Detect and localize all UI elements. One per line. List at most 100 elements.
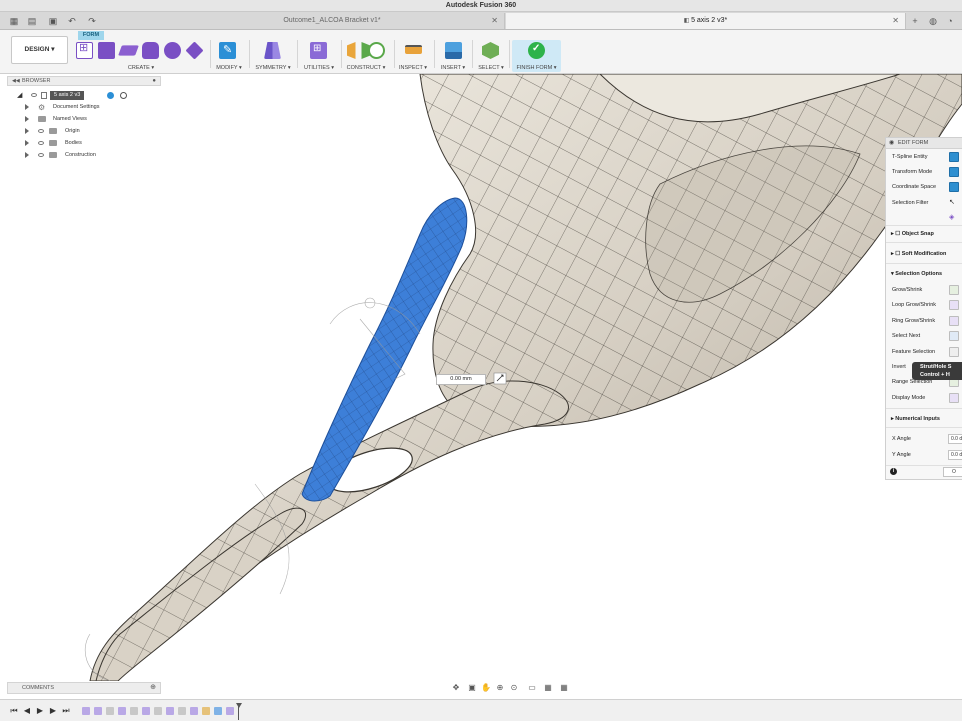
eye-icon[interactable] [38, 141, 44, 145]
timeline-feature[interactable] [142, 707, 150, 715]
collapse-icon[interactable]: ◀◀ [12, 77, 20, 86]
step-back-icon[interactable]: ◀ [22, 706, 32, 716]
symmetry-group[interactable]: SYMMETRY ▾ [252, 40, 294, 72]
browser-header[interactable]: BROWSER ● ◀◀ [7, 76, 161, 86]
look-at-icon[interactable]: ▣ [467, 683, 477, 693]
dimension-input[interactable]: 0.00 mm [436, 374, 486, 385]
radio-icon[interactable] [107, 92, 114, 99]
axis-icon[interactable] [368, 42, 385, 59]
expand-icon[interactable] [25, 128, 29, 134]
tab-5-axis[interactable]: ◧ 5 axis 2 v3* ✕ [506, 13, 906, 29]
close-icon[interactable]: ✕ [491, 13, 498, 29]
expand-icon[interactable] [25, 104, 29, 110]
save-icon[interactable]: ▣ [47, 15, 59, 27]
finish-form-button[interactable]: ✓ FINISH FORM ▾ [512, 40, 561, 72]
display-mode-button[interactable] [949, 393, 959, 403]
collapse-icon[interactable]: ◉ [889, 138, 894, 149]
transform-mode-button[interactable] [949, 167, 959, 177]
expand-icon[interactable]: ▸ ☐ [891, 231, 902, 237]
timeline-feature[interactable] [166, 707, 174, 715]
expand-icon[interactable] [25, 116, 29, 122]
edit-form-icon[interactable]: ✎ [219, 42, 236, 59]
quadball-icon[interactable] [185, 41, 204, 60]
expand-icon[interactable] [25, 152, 29, 158]
timeline-feature[interactable] [94, 707, 102, 715]
ok-button[interactable]: O [943, 467, 962, 477]
insert-image-icon[interactable] [445, 42, 462, 59]
eye-icon[interactable] [38, 129, 44, 133]
tab-alcoa-bracket[interactable]: Outcome1_ALCOA Bracket v1* ✕ [160, 13, 505, 29]
new-tab-icon[interactable]: + [909, 15, 921, 27]
eye-icon[interactable] [31, 93, 37, 97]
insert-group[interactable]: INSERT ▾ [437, 40, 469, 72]
workspace-switcher-button[interactable]: DESIGN ▾ [11, 36, 68, 64]
cursor-icon[interactable]: ↖ [949, 198, 959, 208]
utilities-group[interactable]: ⊞ UTILITIES ▾ [300, 40, 338, 72]
inspect-group[interactable]: INSPECT ▾ [397, 40, 429, 72]
timeline-feature[interactable] [82, 707, 90, 715]
expand-icon[interactable] [25, 140, 29, 146]
offset-plane-icon[interactable] [347, 42, 356, 59]
eye-icon[interactable] [38, 153, 44, 157]
zoom-icon[interactable]: ⊕ [495, 683, 505, 693]
sync-icon[interactable]: ◍ [927, 15, 939, 27]
3d-viewport[interactable]: 0.00 mm [0, 74, 962, 681]
undo-icon[interactable]: ↶ [66, 15, 78, 27]
filter-icon[interactable]: ◈ [949, 213, 959, 223]
file-menu-icon[interactable]: ▤ [26, 15, 38, 27]
section-numerical-inputs[interactable]: ▸ Numerical Inputs [891, 415, 940, 424]
timeline-feature[interactable] [130, 707, 138, 715]
section-soft-modification[interactable]: ▸ ☐ Soft Modification [891, 250, 946, 259]
symmetry-icon[interactable] [264, 42, 281, 59]
step-forward-icon[interactable]: ▶ [48, 706, 58, 716]
timeline-feature[interactable] [190, 707, 198, 715]
orbit-icon[interactable]: ✥ [451, 683, 461, 693]
plane-icon[interactable] [118, 45, 139, 56]
ring-grow-shrink-button[interactable] [949, 316, 959, 326]
checkmark-icon[interactable]: ✓ [528, 42, 545, 59]
grow-shrink-button[interactable] [949, 285, 959, 295]
timeline-feature[interactable] [202, 707, 210, 715]
timeline-feature[interactable] [154, 707, 162, 715]
feature-selection-button[interactable] [949, 347, 959, 357]
measure-icon[interactable] [405, 45, 422, 54]
utilities-icon[interactable]: ⊞ [310, 42, 327, 59]
collapse-triangle-icon[interactable]: ◢ [17, 90, 22, 101]
clock-icon[interactable]: ◔ [944, 15, 956, 27]
info-icon[interactable]: i [890, 468, 897, 475]
sphere-icon[interactable] [164, 42, 181, 59]
tspline-entity-button[interactable] [949, 152, 959, 162]
play-icon[interactable]: ▶ [35, 706, 45, 716]
y-angle-input[interactable]: 0.0 d [948, 450, 962, 460]
construct-group[interactable]: CONSTRUCT ▾ [344, 40, 388, 72]
timeline-feature[interactable] [214, 707, 222, 715]
app-grid-icon[interactable]: ▦ [8, 15, 20, 27]
timeline-feature[interactable] [106, 707, 114, 715]
grid-snaps-icon[interactable]: ▦ [543, 683, 553, 693]
close-icon[interactable]: ✕ [892, 13, 899, 29]
section-object-snap[interactable]: ▸ ☐ Object Snap [891, 230, 934, 239]
zoom-window-icon[interactable]: ⊙ [509, 683, 519, 693]
add-comment-icon[interactable]: ⊕ [150, 683, 156, 693]
pin-icon[interactable]: ● [152, 77, 156, 86]
display-settings-icon[interactable]: ▭ [527, 683, 537, 693]
tab-form[interactable]: FORM [78, 31, 104, 40]
create-form-icon[interactable]: ⊞ [76, 42, 93, 59]
pan-icon[interactable]: ✋ [481, 683, 491, 693]
section-selection-options[interactable]: ▾ Selection Options [891, 270, 942, 279]
loop-grow-shrink-button[interactable] [949, 300, 959, 310]
timeline-feature[interactable] [226, 707, 234, 715]
coordinate-space-button[interactable] [949, 182, 959, 192]
skip-end-icon[interactable]: ⏭ [61, 706, 71, 716]
viewports-icon[interactable]: ▦ [559, 683, 569, 693]
redo-icon[interactable]: ↷ [86, 15, 98, 27]
select-icon[interactable] [482, 42, 499, 59]
cylinder-icon[interactable] [142, 42, 159, 59]
skip-start-icon[interactable]: ⏮ [9, 706, 19, 716]
timeline-feature[interactable] [118, 707, 126, 715]
select-next-button[interactable] [949, 331, 959, 341]
select-group[interactable]: SELECT ▾ [475, 40, 507, 72]
modify-group[interactable]: ✎ MODIFY ▾ [212, 40, 246, 72]
edit-form-header[interactable]: ◉ EDIT FORM [886, 138, 962, 149]
timeline-marker[interactable] [236, 703, 242, 708]
